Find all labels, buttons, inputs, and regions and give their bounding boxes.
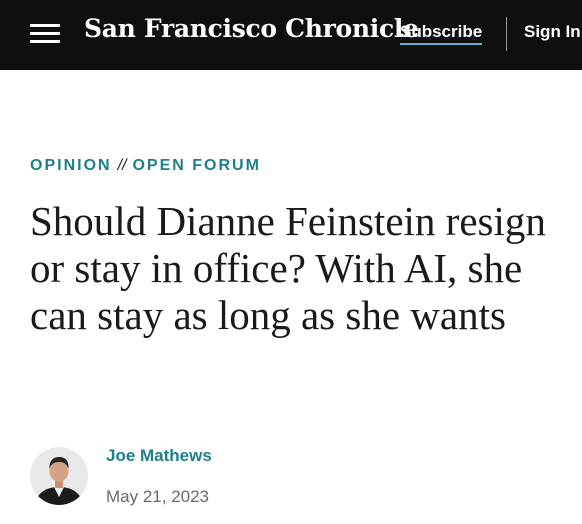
site-header: San Francisco Chronicle Subscribe Sign I… xyxy=(0,0,582,70)
site-logo[interactable]: San Francisco Chronicle xyxy=(84,14,419,43)
kicker-section-link[interactable]: OPINION xyxy=(30,157,112,174)
subscribe-link[interactable]: Subscribe xyxy=(400,22,483,45)
menu-bar xyxy=(30,24,60,27)
author-photo xyxy=(30,447,88,505)
menu-bar xyxy=(30,40,60,43)
article-kicker: OPINION // OPEN FORUM xyxy=(30,157,261,175)
header-divider xyxy=(506,17,507,51)
hamburger-menu-icon[interactable] xyxy=(30,24,60,44)
menu-bar xyxy=(30,32,60,35)
kicker-subsection-link[interactable]: OPEN FORUM xyxy=(132,157,260,174)
article-headline: Should Dianne Feinstein resign or stay i… xyxy=(30,198,546,338)
kicker-separator: // xyxy=(117,157,127,174)
author-avatar[interactable] xyxy=(30,447,88,505)
publish-date: May 21, 2023 xyxy=(106,487,210,506)
sign-in-link[interactable]: Sign In xyxy=(524,22,581,42)
author-name-link[interactable]: Joe Mathews xyxy=(106,446,212,466)
